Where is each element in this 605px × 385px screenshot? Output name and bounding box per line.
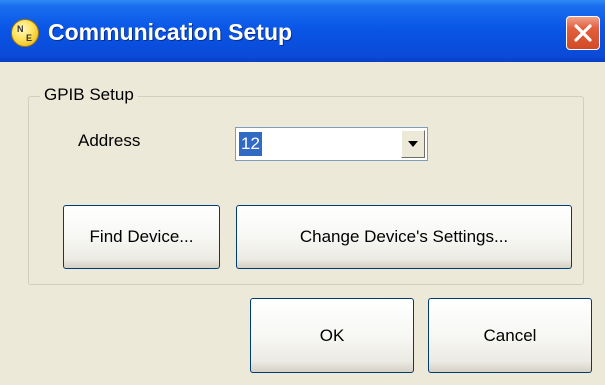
address-label: Address bbox=[78, 131, 141, 150]
change-device-settings-button[interactable]: Change Device's Settings... bbox=[236, 205, 572, 269]
window-title: Communication Setup bbox=[48, 19, 293, 45]
group-label: GPIB Setup bbox=[40, 85, 138, 105]
close-icon bbox=[574, 24, 592, 42]
address-dropdown-button[interactable] bbox=[401, 130, 425, 158]
address-value[interactable]: 12 bbox=[239, 132, 262, 156]
app-logo-icon: N E bbox=[11, 19, 39, 47]
find-device-button[interactable]: Find Device... bbox=[63, 205, 220, 269]
ok-button[interactable]: OK bbox=[250, 298, 414, 373]
cancel-button[interactable]: Cancel bbox=[428, 298, 592, 373]
title-bar[interactable]: N E Communication Setup bbox=[0, 0, 605, 62]
communication-setup-dialog: N E Communication Setup GPIB Setup Addre… bbox=[0, 0, 605, 385]
close-button[interactable] bbox=[566, 16, 600, 50]
address-combobox[interactable]: 12 bbox=[235, 127, 428, 161]
chevron-down-icon bbox=[408, 141, 418, 147]
